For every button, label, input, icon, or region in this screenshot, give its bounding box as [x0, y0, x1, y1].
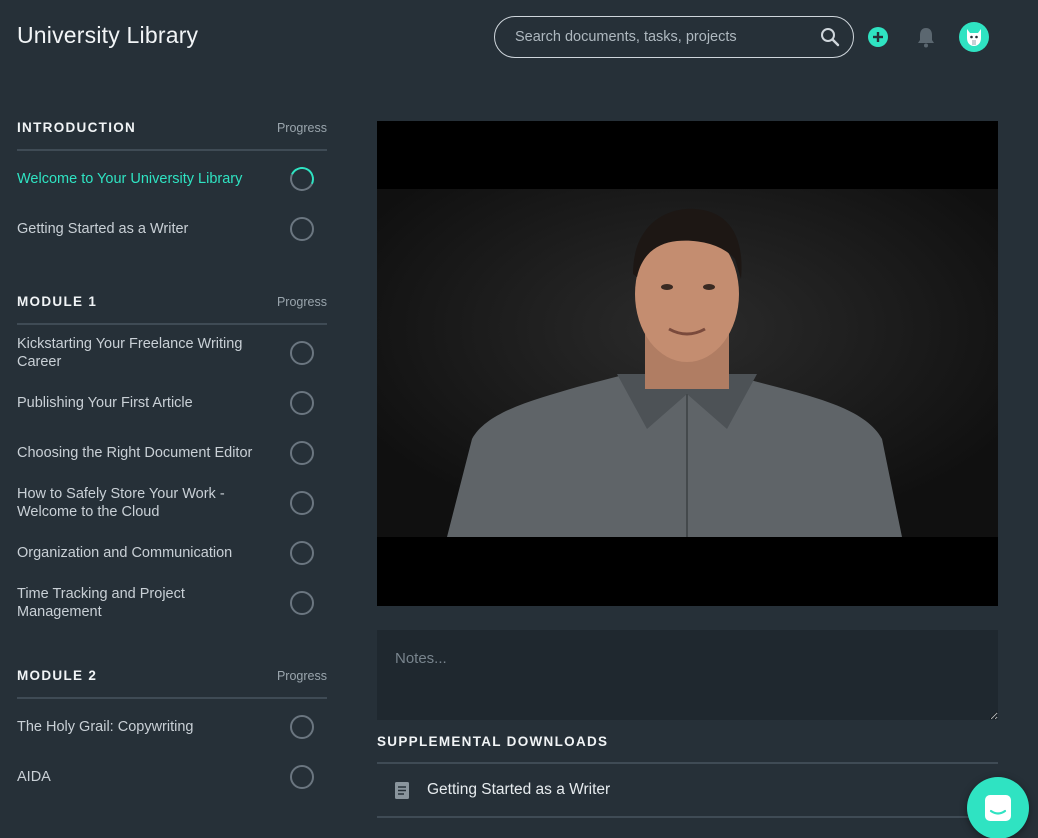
- lesson-label: Kickstarting Your Freelance Writing Care…: [17, 336, 243, 370]
- video-frame: [377, 189, 998, 537]
- progress-ring-icon: [290, 591, 314, 615]
- lesson-item[interactable]: The Holy Grail: Copywriting: [17, 702, 327, 752]
- progress-ring-icon: [290, 441, 314, 465]
- chat-button[interactable]: [967, 777, 1029, 838]
- lesson-item[interactable]: Organization and Communication: [17, 528, 327, 578]
- lesson-item[interactable]: AIDA: [17, 752, 327, 802]
- lesson-label: Organization and Communication: [17, 545, 233, 561]
- lesson-item[interactable]: How to Safely Store Your Work - Welcome …: [17, 478, 327, 528]
- chat-icon: [985, 795, 1011, 821]
- app-title: University Library: [17, 22, 199, 48]
- lesson-label: Time Tracking and Project Management: [17, 586, 185, 620]
- progress-ring-icon: [290, 491, 314, 515]
- notifications-button[interactable]: [914, 25, 938, 49]
- lesson-item[interactable]: Welcome to Your University Library: [17, 154, 327, 204]
- section-title: MODULE 2: [17, 668, 98, 683]
- section-title: MODULE 1: [17, 294, 98, 309]
- search-bar[interactable]: [494, 16, 854, 58]
- lesson-label: AIDA: [17, 769, 51, 785]
- lesson-item[interactable]: Time Tracking and Project Management: [17, 578, 327, 628]
- lesson-label: How to Safely Store Your Work - Welcome …: [17, 486, 225, 520]
- plus-circle-icon: [868, 27, 888, 47]
- section-introduction: INTRODUCTION Progress Welcome to Your Un…: [17, 120, 327, 254]
- lesson-label: Welcome to Your University Library: [17, 171, 243, 187]
- lesson-label: Publishing Your First Article: [17, 395, 193, 411]
- video-player[interactable]: [377, 121, 998, 606]
- progress-ring-icon: [290, 341, 314, 365]
- section-title: INTRODUCTION: [17, 120, 137, 135]
- lesson-item[interactable]: Getting Started as a Writer: [17, 204, 327, 254]
- search-input[interactable]: [515, 29, 819, 45]
- section-header: MODULE 1 Progress: [17, 294, 327, 325]
- lesson-label: Choosing the Right Document Editor: [17, 445, 253, 461]
- progress-label: Progress: [276, 121, 327, 135]
- bell-icon: [918, 28, 934, 48]
- document-icon: [395, 781, 409, 799]
- section-header: MODULE 2 Progress: [17, 668, 327, 699]
- user-avatar[interactable]: [959, 22, 989, 52]
- downloads-title: SUPPLEMENTAL DOWNLOADS: [377, 734, 998, 764]
- download-label: Getting Started as a Writer: [427, 781, 611, 798]
- lesson-item[interactable]: Publishing Your First Article: [17, 378, 327, 428]
- progress-ring-icon: [290, 217, 314, 241]
- course-sidebar: INTRODUCTION Progress Welcome to Your Un…: [17, 120, 327, 838]
- add-button[interactable]: [866, 25, 890, 49]
- progress-ring-icon: [286, 163, 318, 195]
- notes-field[interactable]: [377, 630, 998, 720]
- lesson-label: Getting Started as a Writer: [17, 221, 189, 237]
- lesson-item[interactable]: Choosing the Right Document Editor: [17, 428, 327, 478]
- supplemental-downloads: SUPPLEMENTAL DOWNLOADS Getting Started a…: [377, 734, 998, 818]
- lesson-label: The Holy Grail: Copywriting: [17, 719, 194, 735]
- progress-ring-icon: [290, 541, 314, 565]
- progress-label: Progress: [276, 295, 327, 309]
- progress-ring-icon: [290, 715, 314, 739]
- progress-ring-icon: [290, 391, 314, 415]
- search-icon[interactable]: [819, 26, 841, 48]
- lesson-item[interactable]: Kickstarting Your Freelance Writing Care…: [17, 328, 327, 378]
- section-header: INTRODUCTION Progress: [17, 120, 327, 151]
- download-item[interactable]: Getting Started as a Writer: [377, 764, 998, 818]
- mascot-icon: [967, 29, 981, 46]
- section-module-2: MODULE 2 Progress The Holy Grail: Copywr…: [17, 668, 327, 802]
- presenter-image: [377, 189, 998, 537]
- progress-label: Progress: [276, 669, 327, 683]
- progress-ring-icon: [290, 765, 314, 789]
- section-module-1: MODULE 1 Progress Kickstarting Your Free…: [17, 294, 327, 628]
